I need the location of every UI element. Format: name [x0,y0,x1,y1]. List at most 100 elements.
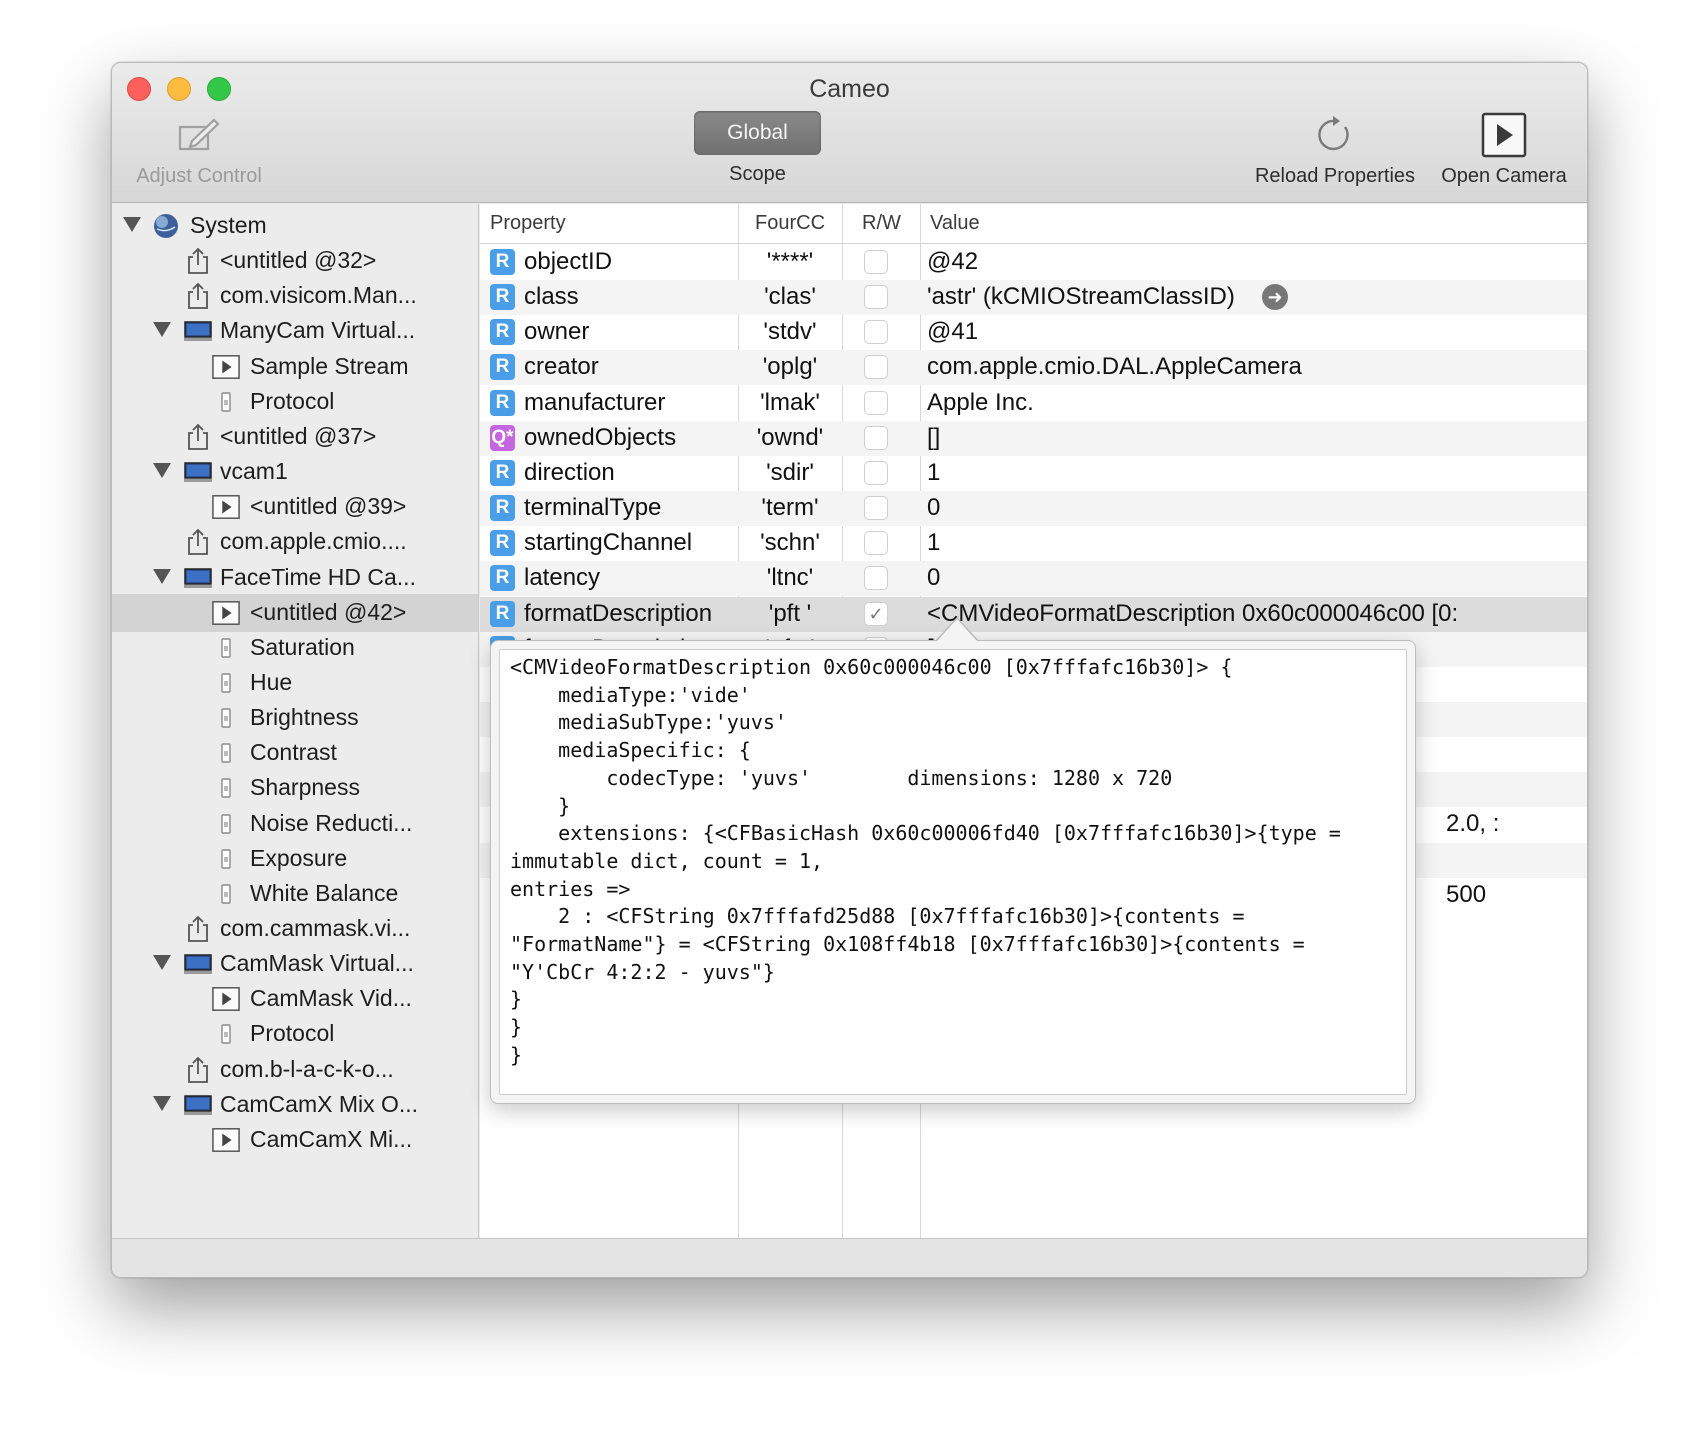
sidebar-item-label: Noise Reducti... [250,809,413,836]
sidebar-item[interactable]: CamCamX Mi... [112,1121,478,1159]
sidebar-item[interactable]: <untitled @32> [112,242,478,280]
disclosure-triangle-icon[interactable] [153,1095,171,1111]
sidebar-item-label: com.visicom.Man... [220,282,417,309]
sidebar-item[interactable]: Noise Reducti... [112,805,478,843]
rw-checkbox[interactable] [864,250,888,274]
property-value[interactable]: @42 [927,248,978,276]
sidebar-item[interactable]: Brightness [112,699,478,737]
rw-checkbox[interactable] [864,425,888,450]
rw-checkbox[interactable]: ✓ [864,601,888,626]
sidebar-item[interactable]: CamMask Vid... [112,980,478,1018]
property-name: class [524,283,579,311]
rw-checkbox[interactable] [864,355,888,380]
rw-checkbox[interactable] [864,496,888,521]
rw-checkbox[interactable] [864,460,888,485]
navigate-arrow-icon[interactable]: ➜ [1262,284,1288,311]
property-value[interactable]: 2.0, : [1446,810,1499,838]
column-header-rw[interactable]: R/W [862,212,901,235]
sidebar-item[interactable]: com.visicom.Man... [112,277,478,315]
read-badge-icon: R [490,459,515,486]
property-value[interactable]: [] [927,424,940,452]
reload-properties-label: Reload Properties [1254,165,1416,187]
control-icon [212,388,240,416]
control-icon [212,739,240,767]
scope-global-button[interactable]: Global [694,111,821,155]
sidebar-item[interactable]: Hue [112,664,478,702]
table-row[interactable]: Rcreator 'oplg' com.apple.cmio.DAL.AppleCa… [480,350,1587,386]
property-value[interactable]: 0 [927,564,940,592]
sidebar-item[interactable]: CamMask Virtual... [112,945,478,983]
read-badge-icon: R [490,495,515,522]
open-camera-label: Open Camera [1441,165,1567,187]
property-value[interactable]: 1 [927,529,940,557]
sidebar-item-label: Brightness [250,704,359,731]
property-value[interactable]: 0 [927,494,940,522]
control-icon [212,880,240,908]
sidebar-item[interactable]: FaceTime HD Ca... [112,559,478,597]
device-tree-sidebar[interactable]: System <untitled @32> com.visicom.Man... Ma… [112,204,479,1238]
sidebar-item[interactable]: <untitled @39> [112,488,478,526]
sidebar-item[interactable]: vcam1 [112,453,478,491]
sidebar-item[interactable]: com.apple.cmio.... [112,523,478,561]
disclosure-triangle-icon[interactable] [153,322,171,338]
disclosure-triangle-icon[interactable] [153,955,171,971]
table-row[interactable]: RterminalType 'term' 0 [480,491,1587,527]
column-header-value[interactable]: Value [930,212,980,235]
sidebar-item[interactable]: Sample Stream [112,348,478,386]
property-value[interactable]: Apple Inc. [927,389,1034,417]
table-row[interactable]: RformatDescription 'pft ' ✓ <CMVideoFormatD… [480,596,1587,632]
sidebar-item[interactable]: White Balance [112,875,478,913]
sidebar-item[interactable]: ManyCam Virtual... [112,312,478,350]
table-row[interactable]: Rclass 'clas' 'astr' (kCMIOStreamClassID) ➜ [480,280,1587,316]
disclosure-triangle-icon[interactable] [123,217,141,232]
property-value[interactable]: 'astr' (kCMIOStreamClassID) [927,283,1235,311]
adjust-control-label: Adjust Control [136,165,262,187]
sidebar-item[interactable]: com.b-l-a-c-k-o... [112,1051,478,1089]
sidebar-item[interactable]: Protocol [112,1015,478,1053]
property-name: startingChannel [524,529,693,557]
property-value[interactable]: 1 [927,459,940,487]
sidebar-item[interactable]: Sharpness [112,769,478,807]
adjust-control-button[interactable]: Adjust Control [128,111,270,188]
table-row[interactable]: RstartingChannel 'schn' 1 [480,526,1587,561]
disclosure-triangle-icon[interactable] [153,463,171,479]
sidebar-item-label: CamCamX Mix O... [220,1090,419,1117]
reload-properties-button[interactable]: Reload Properties [1250,111,1420,188]
sidebar-item[interactable]: com.cammask.vi... [112,910,478,948]
rw-checkbox[interactable] [864,390,888,415]
property-value[interactable]: @41 [927,318,978,346]
table-row[interactable]: RobjectID '****' @42 [480,245,1587,280]
table-row[interactable]: Rowner 'stdv' @41 [480,315,1587,350]
sidebar-item[interactable]: <untitled @42> [112,593,478,632]
sidebar-item[interactable]: Exposure [112,840,478,878]
window-title: Cameo [809,75,890,103]
property-value[interactable]: 500 [1446,881,1486,909]
property-value[interactable]: <CMVideoFormatDescription 0x60c000046c00… [927,600,1458,628]
control-icon [212,704,240,732]
stream-icon [212,985,240,1013]
sidebar-item[interactable]: <untitled @37> [112,418,478,456]
sidebar-item[interactable]: Saturation [112,629,478,667]
rw-checkbox[interactable] [864,320,888,345]
rw-checkbox[interactable] [864,566,888,591]
table-row[interactable]: Rlatency 'ltnc' 0 [480,561,1587,597]
sidebar-item[interactable]: Contrast [112,734,478,772]
table-row[interactable]: Rdirection 'sdir' 1 [480,456,1587,491]
column-header-fourcc[interactable]: FourCC [755,212,825,235]
sidebar-item[interactable]: CamCamX Mix O... [112,1086,478,1124]
read-badge-icon: R [490,249,515,275]
table-row[interactable]: Q* ownedObjects 'ownd' [] [480,420,1587,456]
sidebar-item-label: Protocol [250,387,335,414]
disclosure-triangle-icon[interactable] [153,568,171,584]
property-value[interactable]: com.apple.cmio.DAL.AppleCamera [927,353,1302,381]
stream-icon [212,353,240,381]
rw-checkbox[interactable] [864,531,888,556]
share-icon [184,247,212,275]
table-row[interactable]: Rmanufacturer 'lmak' Apple Inc. [480,386,1587,421]
sidebar-item[interactable]: Protocol [112,383,478,421]
column-header-property[interactable]: Property [490,212,566,235]
rw-checkbox[interactable] [864,285,888,310]
format-description-text[interactable]: <CMVideoFormatDescription 0x60c000046c00… [499,649,1407,1095]
open-camera-button[interactable]: Open Camera [1434,111,1574,188]
sidebar-item[interactable]: System [112,207,478,245]
